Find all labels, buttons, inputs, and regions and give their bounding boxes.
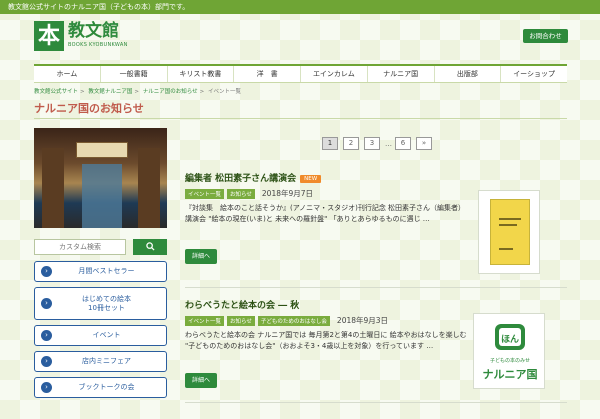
breadcrumb: 教文館公式サイト > 教文館ナルニア国 > ナルニア国のお知らせ > イベント一覧: [34, 89, 242, 95]
article-divider: [185, 287, 567, 288]
nav-narnia[interactable]: ナルニア国: [368, 66, 435, 82]
nav-publishing[interactable]: 出版部: [435, 66, 502, 82]
nav-ein-karem[interactable]: エインカレム: [301, 66, 368, 82]
chevron-right-icon: ›: [41, 356, 52, 367]
narnia-logo: ほん 子どもの本のみせ ナルニア国: [480, 322, 540, 384]
sidebar-menu: › 月間ベストセラー › はじめての絵本 10冊セット › イベント › 店内ミニ…: [34, 261, 167, 403]
page-next[interactable]: »: [416, 137, 432, 150]
store-photo: [34, 128, 167, 228]
svg-text:子どもの本のみせ: 子どもの本のみせ: [490, 357, 530, 364]
sidebar-item-events[interactable]: › イベント: [34, 325, 167, 346]
article-date: 2018年9月3日: [336, 316, 389, 325]
article-thumbnail[interactable]: [478, 190, 540, 274]
article-title[interactable]: わらべうたと絵本の会 ― 秋: [185, 301, 299, 311]
sidebar-item-mini-fair[interactable]: › 店内ミニフェア: [34, 351, 167, 372]
sidebar-item-first-picturebooks[interactable]: › はじめての絵本 10冊セット: [34, 287, 167, 320]
logo-name: 教文館: [68, 21, 119, 41]
logo-subtitle: BOOKS KYOBUNKWAN: [68, 42, 128, 48]
breadcrumb-link-site[interactable]: 教文館公式サイト: [34, 89, 78, 95]
tag[interactable]: 子どものためのおはなし会: [257, 315, 330, 326]
search-button[interactable]: [133, 239, 167, 255]
breadcrumb-current: イベント一覧: [208, 89, 242, 95]
tag[interactable]: お知らせ: [227, 188, 255, 199]
page-6[interactable]: 6: [395, 137, 411, 150]
title-divider: [34, 118, 567, 119]
detail-button[interactable]: 詳細へ: [185, 249, 217, 264]
chevron-right-icon: ›: [41, 266, 52, 277]
chevron-right-icon: ›: [41, 330, 52, 341]
breadcrumb-link-news[interactable]: ナルニア国のお知らせ: [143, 89, 198, 95]
nav-eshop[interactable]: イーショップ: [501, 66, 567, 82]
page-ellipsis: …: [385, 139, 392, 148]
logo-mark: 本: [34, 21, 64, 51]
new-badge: NEW: [300, 174, 322, 183]
sidebar-item-booktalk[interactable]: › ブックトークの会: [34, 377, 167, 398]
svg-text:ナルニア国: ナルニア国: [483, 368, 538, 381]
chevron-right-icon: ›: [41, 298, 52, 309]
svg-text:ほん: ほん: [501, 334, 519, 345]
tag[interactable]: イベント一覧: [185, 315, 225, 326]
search-icon: [145, 242, 155, 251]
sidebar-item-bestseller[interactable]: › 月間ベストセラー: [34, 261, 167, 282]
search-input[interactable]: [34, 239, 126, 255]
article-divider: [185, 402, 567, 403]
page-2[interactable]: 2: [343, 137, 359, 150]
tag[interactable]: イベント一覧: [185, 188, 225, 199]
article-excerpt: 『対談集 絵本のこと話そうか』(アノニマ・スタジオ)刊行記念 松田素子さん（編集…: [185, 204, 466, 223]
page-1[interactable]: 1: [322, 137, 338, 150]
detail-button[interactable]: 詳細へ: [185, 373, 217, 388]
main-nav: ホーム 一般書籍 キリスト教書 洋 書 エインカレム ナルニア国 出版部 イーシ…: [34, 64, 567, 83]
article-thumbnail[interactable]: ほん 子どもの本のみせ ナルニア国: [473, 313, 545, 389]
nav-general-books[interactable]: 一般書籍: [101, 66, 168, 82]
chevron-right-icon: ›: [41, 382, 52, 393]
nav-home[interactable]: ホーム: [34, 66, 101, 82]
breadcrumb-link-narnia[interactable]: 教文館ナルニア国: [88, 89, 132, 95]
article-excerpt: わらべうたと絵本の会 ナルニア国では 毎月第2と第4の土曜日に 絵本やおはなしを…: [185, 331, 467, 350]
contact-button[interactable]: お問合わせ: [523, 29, 568, 43]
nav-christian-books[interactable]: キリスト教書: [168, 66, 235, 82]
article-date: 2018年9月7日: [261, 189, 314, 198]
nav-foreign-books[interactable]: 洋 書: [234, 66, 301, 82]
page-title: ナルニア国のお知らせ: [34, 102, 144, 115]
site-logo[interactable]: 本 教文館 BOOKS KYOBUNKWAN: [34, 21, 154, 51]
top-announcement-bar: 教文館公式サイトのナルニア国（子どもの本）部門です。: [0, 0, 600, 14]
article-title[interactable]: 編集者 松田素子さん講演会: [185, 174, 296, 184]
page-3[interactable]: 3: [364, 137, 380, 150]
tag[interactable]: お知らせ: [227, 315, 255, 326]
pagination: 1 2 3 … 6 »: [322, 137, 437, 150]
book-cover-image: [490, 199, 530, 265]
